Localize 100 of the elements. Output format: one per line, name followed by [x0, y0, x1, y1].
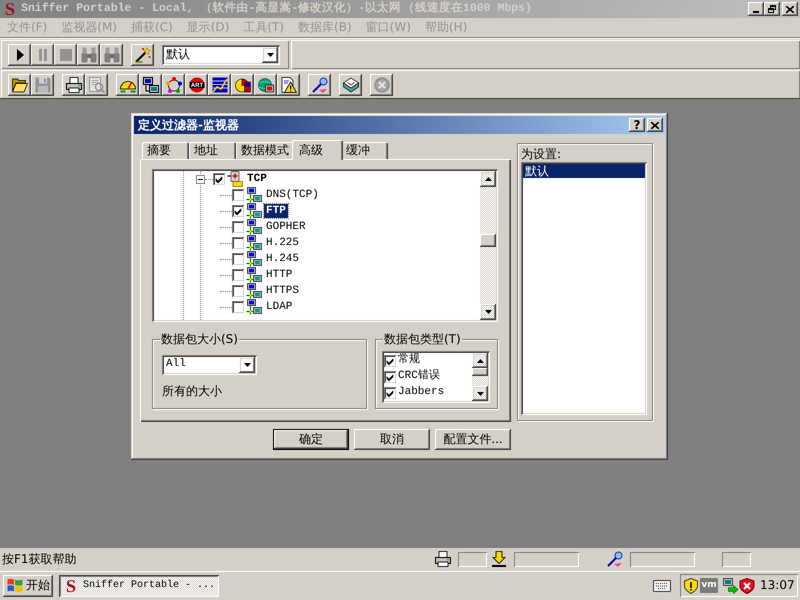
tab[interactable]: 数据模式	[236, 142, 294, 159]
network-computers-icon	[246, 187, 262, 203]
restore-icon	[768, 5, 776, 13]
scroll-up-button[interactable]	[480, 171, 496, 187]
list-item-label[interactable]: 常规	[398, 354, 420, 368]
scroll-down-button[interactable]	[472, 386, 488, 401]
open-button[interactable]	[8, 74, 31, 96]
up-arrow-icon	[476, 358, 484, 362]
box-button[interactable]	[339, 74, 362, 96]
tab[interactable]: 地址	[189, 142, 236, 159]
close-button[interactable]	[647, 118, 663, 132]
list-item[interactable]: 默认	[523, 164, 645, 178]
network-computers-icon	[246, 219, 262, 235]
windows-flag-icon	[7, 578, 23, 593]
checkbox[interactable]	[232, 220, 245, 234]
status-text: 按F1获取帮助	[2, 552, 77, 566]
tree-item-label[interactable]: H.245	[264, 252, 302, 266]
list-item-label[interactable]: CRC错误	[398, 370, 440, 384]
globe-button[interactable]	[254, 74, 277, 96]
gauge-button[interactable]	[116, 74, 139, 96]
checkbox[interactable]	[232, 268, 245, 282]
tree-item-label[interactable]: TCP	[245, 172, 269, 186]
keyboard-icon[interactable]	[653, 580, 671, 592]
dialog-button[interactable]: 配置文件...	[435, 429, 511, 450]
taskbar-button[interactable]: S Sniffer Portable - ...	[59, 574, 219, 596]
probe-icon	[607, 551, 623, 567]
app-logo: S	[64, 578, 77, 594]
tree-item-label[interactable]: HTTP	[264, 268, 294, 282]
tree-item-label[interactable]: FTP	[264, 204, 288, 218]
app-logo: S	[4, 1, 16, 17]
tree-item-label[interactable]: HTTPS	[264, 284, 302, 298]
dialog-title: 定义过滤器-监视器	[136, 118, 239, 132]
size-description: 所有的大小	[162, 384, 222, 398]
tree-item-label[interactable]: LDAP	[264, 300, 294, 314]
group-label: 数据包类型(T)	[383, 332, 462, 346]
minimize-button[interactable]	[748, 2, 764, 16]
group-label: 为设置:	[521, 147, 562, 161]
tab[interactable]: 摘要	[142, 142, 189, 159]
play-button[interactable]	[8, 44, 31, 66]
scroll-down-button[interactable]	[480, 304, 496, 320]
network-computer-icon[interactable]	[723, 578, 739, 594]
computers-button[interactable]	[139, 74, 162, 96]
down-arrow-icon	[476, 392, 484, 396]
status-panel	[514, 552, 579, 566]
checkbox[interactable]	[384, 354, 397, 368]
restore-button[interactable]	[764, 2, 780, 16]
printer-icon	[435, 551, 451, 567]
dialog-button[interactable]: 取消	[354, 429, 430, 450]
list-item-label[interactable]: Jabbers	[398, 386, 444, 400]
size-select[interactable]: All	[162, 355, 257, 375]
pie-chart-button[interactable]	[231, 74, 254, 96]
dropdown-button[interactable]	[262, 46, 278, 62]
profile-select[interactable]: 默认	[162, 44, 280, 64]
group-label: 数据包大小(S)	[160, 332, 239, 346]
scrollbar-thumb[interactable]	[480, 234, 496, 247]
tab[interactable]: 缓冲	[341, 142, 388, 159]
checkbox[interactable]	[232, 300, 245, 314]
network-computers-icon	[246, 203, 262, 219]
checkbox[interactable]	[384, 386, 397, 400]
close-icon	[786, 6, 794, 12]
node-ring-button[interactable]	[162, 74, 185, 96]
tree-item-label[interactable]: DNS(TCP)	[264, 188, 321, 202]
wand-button[interactable]	[131, 44, 154, 66]
download-arrow-icon	[492, 551, 506, 567]
collapse-toggle[interactable]	[196, 174, 205, 184]
scroll-up-button[interactable]	[472, 353, 488, 368]
checkbox[interactable]	[232, 204, 245, 218]
probe-button[interactable]	[308, 74, 331, 96]
clock: 13:07	[760, 578, 795, 593]
shield-icon[interactable]	[684, 578, 698, 594]
tree-item-label[interactable]: H.225	[264, 236, 302, 250]
network-computers-icon	[246, 235, 262, 251]
scrollbar-thumb[interactable]	[472, 368, 488, 376]
checkbox[interactable]	[232, 188, 245, 202]
tab[interactable]: 高级	[292, 140, 343, 160]
checkbox[interactable]	[384, 370, 397, 384]
down-arrow-icon	[484, 310, 492, 314]
caret-icon	[266, 52, 274, 56]
help-button[interactable]: ?	[629, 118, 645, 132]
line-chart-button[interactable]	[208, 74, 231, 96]
scrollbar[interactable]	[480, 171, 496, 320]
connector-icon	[227, 171, 243, 187]
status-panel	[722, 552, 751, 566]
start-button[interactable]: 开始	[3, 574, 53, 596]
close-button[interactable]	[782, 2, 798, 16]
warning-button[interactable]	[277, 74, 300, 96]
dropdown-button[interactable]	[239, 357, 255, 373]
status-panel	[630, 552, 695, 566]
tree-item-label[interactable]: GOPHER	[264, 220, 308, 234]
checkbox[interactable]	[232, 284, 245, 298]
checkbox[interactable]	[232, 236, 245, 250]
vm-tray-button[interactable]: vm	[700, 578, 718, 593]
shield-x-icon[interactable]	[739, 578, 755, 594]
scrollbar[interactable]	[472, 353, 488, 401]
up-arrow-icon	[484, 177, 492, 181]
minimize-icon	[753, 11, 759, 13]
checkbox[interactable]	[232, 252, 245, 266]
print-button[interactable]	[62, 74, 85, 96]
dialog-button[interactable]: 确定	[273, 429, 349, 450]
checkbox[interactable]	[213, 172, 226, 186]
